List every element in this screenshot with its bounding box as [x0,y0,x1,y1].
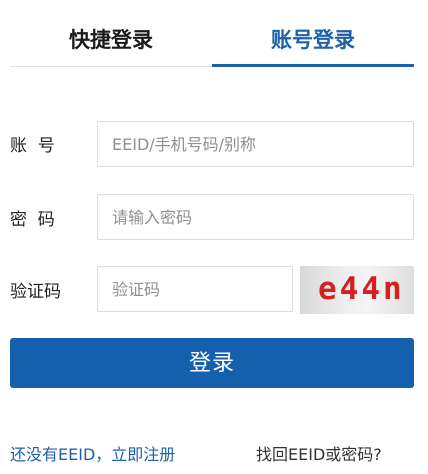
captcha-image[interactable]: e44n [300,266,414,314]
account-field-box [97,121,414,167]
password-field-box [97,194,414,240]
account-input[interactable] [98,122,413,166]
password-input[interactable] [98,195,413,239]
captcha-input[interactable] [98,267,292,311]
captcha-image-text: e44n [318,271,405,307]
captcha-label: 验证码 [10,282,61,302]
register-link[interactable]: 还没有EEID，立即注册 [10,441,175,465]
login-tabs: 快捷登录 账号登录 [10,0,414,67]
tab-quick-login[interactable]: 快捷登录 [10,0,212,66]
account-label: 账 号 [10,136,55,156]
recover-account-link[interactable]: 找回EEID或密码? [256,441,382,465]
login-button[interactable]: 登录 [10,338,414,388]
password-label: 密 码 [10,210,55,230]
captcha-field-box [97,266,293,312]
tab-account-login[interactable]: 账号登录 [212,0,414,67]
